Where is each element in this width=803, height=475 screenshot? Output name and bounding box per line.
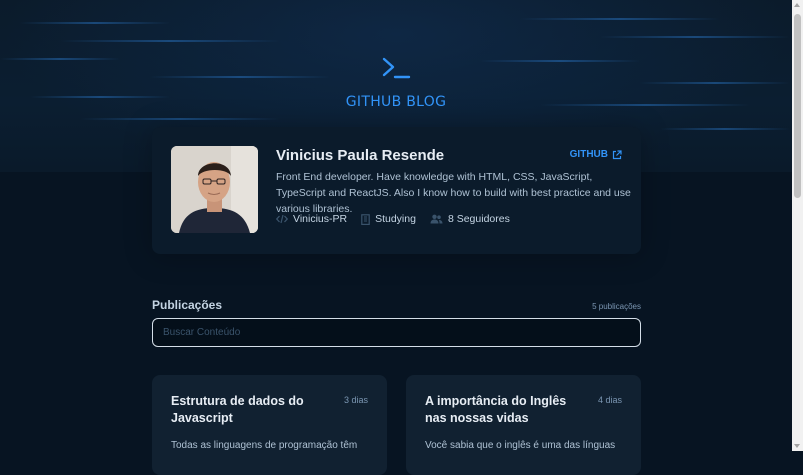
profile-bio: Front End developer. Have knowledge with… — [276, 171, 631, 215]
building-icon — [361, 213, 370, 225]
publications-count: 5 publicações — [592, 302, 641, 311]
scroll-thumb[interactable] — [794, 14, 801, 198]
users-icon — [430, 214, 443, 224]
github-link-label: GITHUB — [569, 149, 608, 160]
post-age: 4 dias — [597, 395, 622, 405]
company-text: Studying — [375, 213, 416, 225]
post-excerpt: Você sabia que o inglês é uma das língua… — [425, 440, 616, 451]
post-card[interactable]: Estrutura de dados do Javascript 3 dias … — [152, 375, 387, 475]
publications-title: Publicações — [152, 298, 223, 312]
terminal-icon — [382, 57, 411, 79]
followers-text: 8 Seguidores — [447, 213, 510, 225]
profile-card: Vinicius Paula Resende GITHUB Front End … — [152, 127, 641, 254]
post-excerpt: Todas as linguagens de programação têm — [171, 440, 358, 451]
meta-username: Vinicius-PR — [276, 213, 347, 225]
post-title: Estrutura de dados do Javascript — [171, 394, 304, 425]
scroll-up-arrow[interactable] — [794, 3, 800, 7]
vertical-scrollbar[interactable] — [792, 0, 803, 451]
publications-header: Publicações 5 publicações — [152, 298, 641, 312]
meta-followers: 8 Seguidores — [430, 213, 510, 225]
profile-meta: Vinicius-PR Studying 8 Seguidores — [276, 213, 510, 225]
profile-name: Vinicius Paula Resende — [276, 147, 445, 164]
meta-company: Studying — [361, 213, 416, 225]
code-icon — [276, 214, 288, 224]
github-link[interactable]: GITHUB — [570, 149, 622, 160]
post-card[interactable]: A importância do Inglês nas nossas vidas… — [406, 375, 641, 475]
username-text: Vinicius-PR — [293, 213, 348, 225]
brand-title: GITHUB BLOG — [345, 94, 447, 110]
scroll-down-arrow[interactable] — [794, 444, 800, 448]
post-age: 3 dias — [343, 395, 368, 405]
external-link-icon — [612, 149, 622, 159]
search-input[interactable] — [152, 318, 641, 347]
post-title: A importância do Inglês nas nossas vidas — [425, 394, 567, 425]
avatar — [171, 146, 258, 233]
